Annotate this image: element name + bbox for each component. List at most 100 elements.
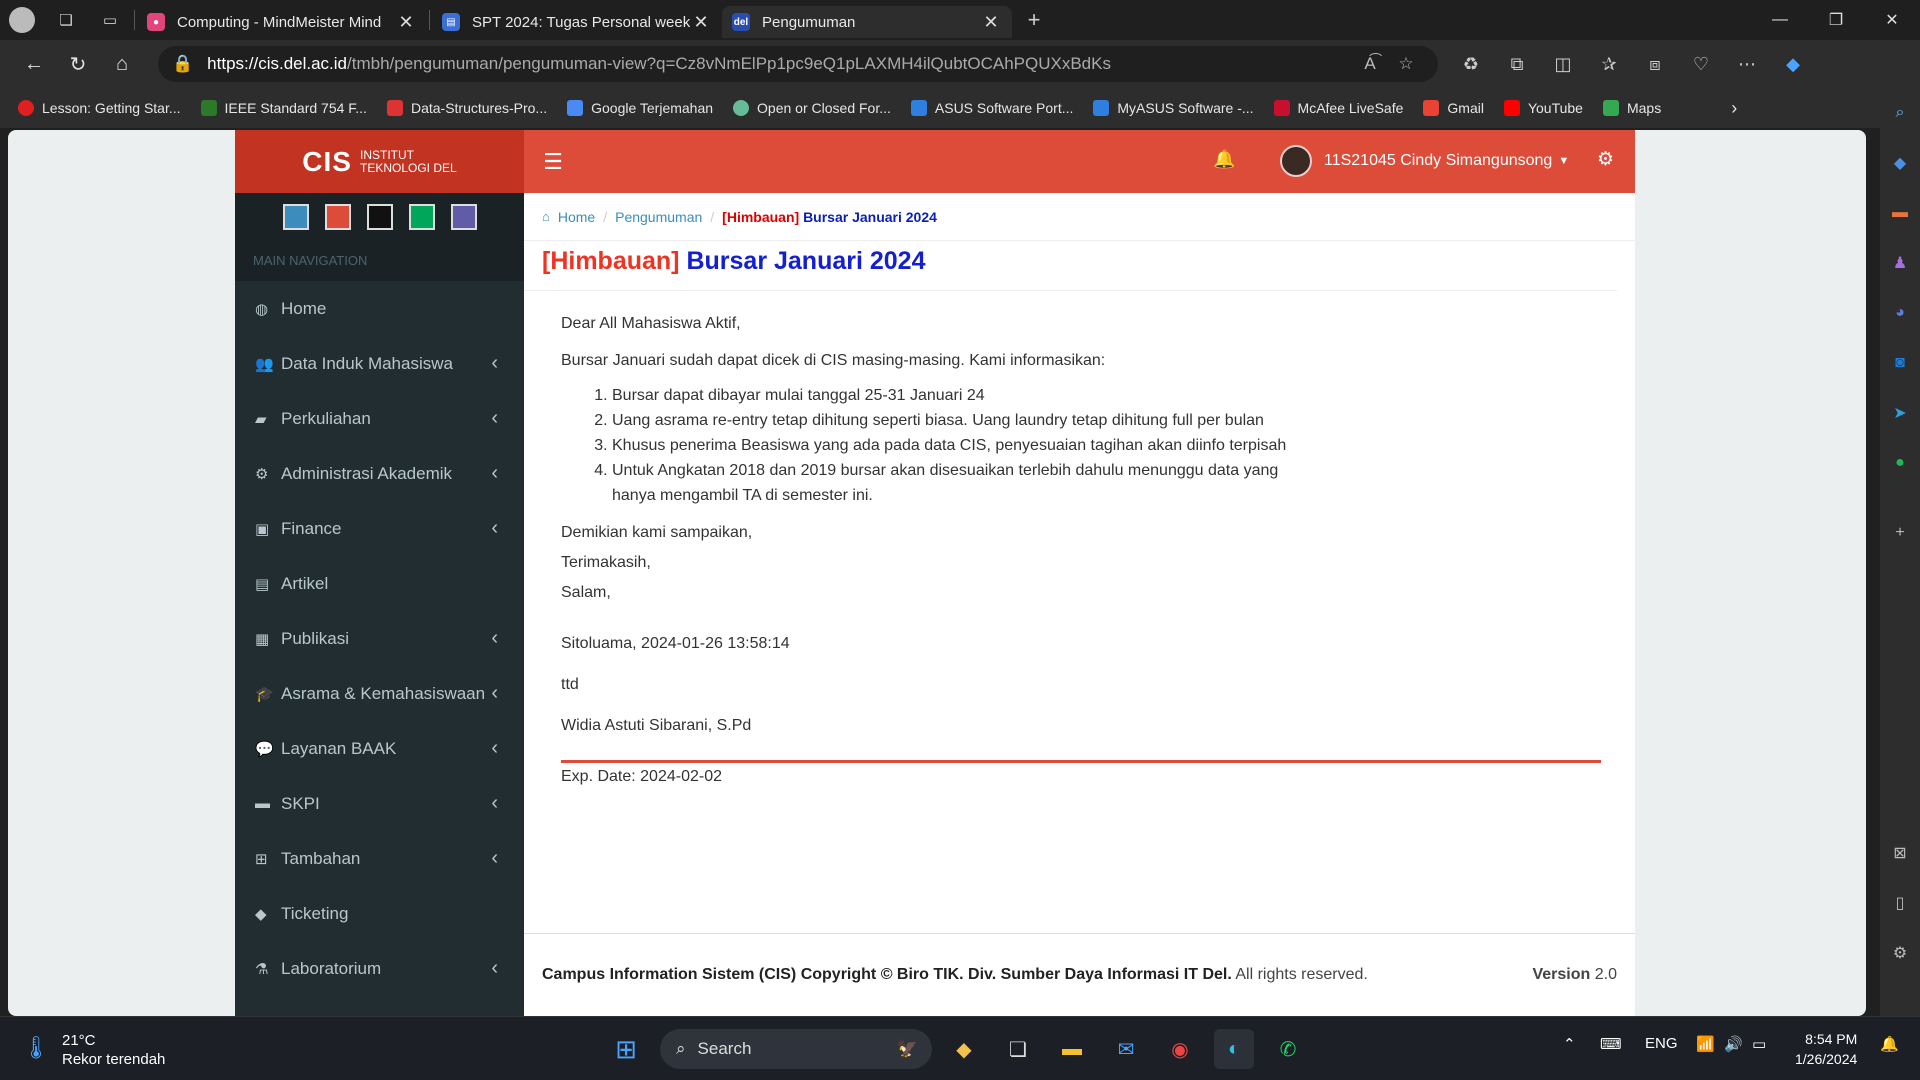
bookmark-item[interactable]: Maps <box>1602 100 1661 116</box>
tab-mindmeister[interactable]: ● Computing - MindMeister Mind ✕ <box>137 6 427 38</box>
recycle-icon[interactable]: ♻ <box>1448 44 1494 84</box>
performance-icon[interactable]: ♡ <box>1678 44 1724 84</box>
toolbox-icon[interactable]: ▬ <box>1880 188 1920 238</box>
sidebar-item-layanan-baak[interactable]: 💬 Layanan BAAK ‹ <box>235 721 524 776</box>
sidebar-item-ticketing[interactable]: ◆ Ticketing <box>235 886 524 941</box>
language-indicator[interactable]: ENG <box>1645 1035 1678 1052</box>
sidebar-item-home[interactable]: ◍ Home <box>235 281 524 336</box>
tab-spt[interactable]: ▤ SPT 2024: Tugas Personal week# ✕ <box>432 6 722 38</box>
settings-gears-icon[interactable]: ⚙ <box>1597 148 1614 171</box>
workspaces-icon[interactable]: ❏ <box>44 0 88 40</box>
bookmark-item[interactable]: ASUS Software Port... <box>910 100 1073 116</box>
copilot-sidebar-icon[interactable]: ◕ <box>1880 288 1920 338</box>
sidebar-item-perkuliahan[interactable]: ▰ Perkuliahan ‹ <box>235 391 524 446</box>
bookmarks-overflow-chevron-icon[interactable]: › <box>1731 98 1737 119</box>
close-tab-icon[interactable]: ✕ <box>690 12 712 33</box>
sidebar-item-artikel[interactable]: ▤ Artikel <box>235 556 524 611</box>
tray-overflow-icon[interactable]: ⌃ <box>1563 1035 1576 1053</box>
outlook-icon[interactable]: ◙ <box>1880 338 1920 388</box>
sidebar-item-laboratorium[interactable]: ⚗ Laboratorium ‹ <box>235 941 524 996</box>
tag-icon[interactable]: ◆ <box>1880 138 1920 188</box>
sidebar-item-finance[interactable]: ▣ Finance ‹ <box>235 501 524 556</box>
bookmark-item[interactable]: Google Terjemahan <box>567 100 713 116</box>
home-icon[interactable]: ⌂ <box>100 44 144 84</box>
avatar <box>1280 145 1312 177</box>
bookmark-item[interactable]: IEEE Standard 754 F... <box>200 100 367 116</box>
bookmarks-bar: Lesson: Getting Star... IEEE Standard 75… <box>0 88 1880 128</box>
add-sidebar-icon[interactable]: + <box>1880 508 1920 558</box>
keyboard-icon[interactable]: ⌨ <box>1600 1035 1622 1053</box>
sidebar-item-asrama-kemahasiswaan[interactable]: 🎓 Asrama & Kemahasiswaan ‹ <box>235 666 524 721</box>
breadcrumb-home[interactable]: Home <box>558 209 595 225</box>
tab-actions-icon[interactable]: ▭ <box>88 0 132 40</box>
url-bar[interactable]: 🔒 https://cis.del.ac.id/tmbh/pengumuman/… <box>158 46 1438 82</box>
back-icon[interactable]: ← <box>12 44 56 84</box>
profile-icon[interactable] <box>0 0 44 40</box>
mindmeister-favicon-icon: ● <box>147 13 165 31</box>
restore-icon[interactable]: ❐ <box>1808 0 1864 40</box>
sidebar-item-publikasi[interactable]: ▦ Publikasi ‹ <box>235 611 524 666</box>
clock[interactable]: 8:54 PM 1/26/2024 <box>1795 1029 1857 1069</box>
windows-start-icon[interactable]: ⊞ <box>606 1029 646 1069</box>
extensions-icon[interactable]: ⧉ <box>1494 44 1540 84</box>
games-icon[interactable]: ♟ <box>1880 238 1920 288</box>
task-view-icon[interactable]: ❏ <box>998 1029 1038 1069</box>
search-icon[interactable]: ⌕ <box>1880 88 1920 138</box>
telegram-icon[interactable]: ➤ <box>1880 388 1920 438</box>
minimize-icon[interactable]: — <box>1752 0 1808 40</box>
bookmark-item[interactable]: Gmail <box>1423 100 1484 116</box>
settings-icon[interactable]: ⚙ <box>1880 928 1920 978</box>
screenshot-icon[interactable]: ⊠ <box>1880 828 1920 878</box>
copilot-icon[interactable]: ◆ <box>1770 44 1816 84</box>
file-explorer-icon[interactable]: ▬ <box>1052 1029 1092 1069</box>
new-tab-icon[interactable]: + <box>1012 0 1056 40</box>
collections-icon[interactable]: ⧈ <box>1632 44 1678 84</box>
close-tab-icon[interactable]: ✕ <box>395 12 417 33</box>
taskbar-search[interactable]: ⌕ Search 🦅 <box>660 1029 932 1069</box>
chrome-icon[interactable]: ◉ <box>1160 1029 1200 1069</box>
theme-swatch[interactable] <box>408 204 435 230</box>
bell-icon[interactable]: 🔔 <box>1213 149 1235 170</box>
sidebar-item-tambahan[interactable]: ⊞ Tambahan ‹ <box>235 831 524 886</box>
copilot-app-icon[interactable]: ◆ <box>944 1029 984 1069</box>
refresh-icon[interactable]: ↻ <box>56 44 100 84</box>
spotify-icon[interactable]: ● <box>1880 438 1920 488</box>
bookmark-item[interactable]: Data-Structures-Pro... <box>386 100 547 116</box>
bookmark-item[interactable]: Lesson: Getting Star... <box>18 100 181 116</box>
volume-icon[interactable]: 🔊 <box>1724 1035 1743 1053</box>
split-screen-icon[interactable]: ◫ <box>1540 44 1586 84</box>
sidebar-item-data-induk-mahasiswa[interactable]: 👥 Data Induk Mahasiswa ‹ <box>235 336 524 391</box>
tab-title: Computing - MindMeister Mind <box>177 13 382 31</box>
mail-icon[interactable]: ✉ <box>1106 1029 1146 1069</box>
chevron-left-icon: ‹ <box>491 407 498 429</box>
sidebar-item-administrasi-akademik[interactable]: ⚙ Administrasi Akademik ‹ <box>235 446 524 501</box>
read-aloud-icon[interactable]: A͡ <box>1352 54 1388 74</box>
wifi-icon[interactable]: 📶 <box>1696 1035 1715 1053</box>
bookmark-item[interactable]: Open or Closed For... <box>733 100 891 116</box>
whatsapp-icon[interactable]: ✆ <box>1268 1029 1308 1069</box>
weather-widget[interactable]: 🌡 21°C Rekor terendah <box>22 1031 165 1069</box>
sidebar-item-skpi[interactable]: ▬ SKPI ‹ <box>235 776 524 831</box>
notification-bell-icon[interactable]: 🔔 <box>1880 1035 1899 1053</box>
battery-icon[interactable]: ▭ <box>1752 1035 1766 1053</box>
close-tab-icon[interactable]: ✕ <box>980 12 1002 33</box>
breadcrumb-pengumuman[interactable]: Pengumuman <box>615 209 702 225</box>
sidebar-toggle-icon[interactable]: ▯ <box>1880 878 1920 928</box>
edge-icon[interactable]: ◐ <box>1214 1029 1254 1069</box>
theme-swatch[interactable] <box>324 204 351 230</box>
favorite-star-icon[interactable]: ☆ <box>1388 54 1424 74</box>
more-menu-icon[interactable]: ⋯ <box>1724 44 1770 84</box>
cis-logo[interactable]: CIS INSTITUT TEKNOLOGI DEL <box>235 130 524 193</box>
close-window-icon[interactable]: ✕ <box>1864 0 1920 40</box>
sidebar-item-label: Finance <box>281 518 342 538</box>
user-menu[interactable]: 11S21045 Cindy Simangunsong ▼ <box>1280 145 1569 177</box>
theme-swatch[interactable] <box>366 204 393 230</box>
tab-pengumuman[interactable]: del Pengumuman ✕ <box>722 6 1012 38</box>
bookmark-item[interactable]: YouTube <box>1503 100 1583 116</box>
bookmark-item[interactable]: McAfee LiveSafe <box>1273 100 1403 116</box>
theme-swatch[interactable] <box>450 204 477 230</box>
theme-swatch[interactable] <box>282 204 309 230</box>
favorites-icon[interactable]: ✰ <box>1586 44 1632 84</box>
menu-toggle-icon[interactable]: ☰ <box>528 149 578 175</box>
bookmark-item[interactable]: MyASUS Software -... <box>1093 100 1254 116</box>
